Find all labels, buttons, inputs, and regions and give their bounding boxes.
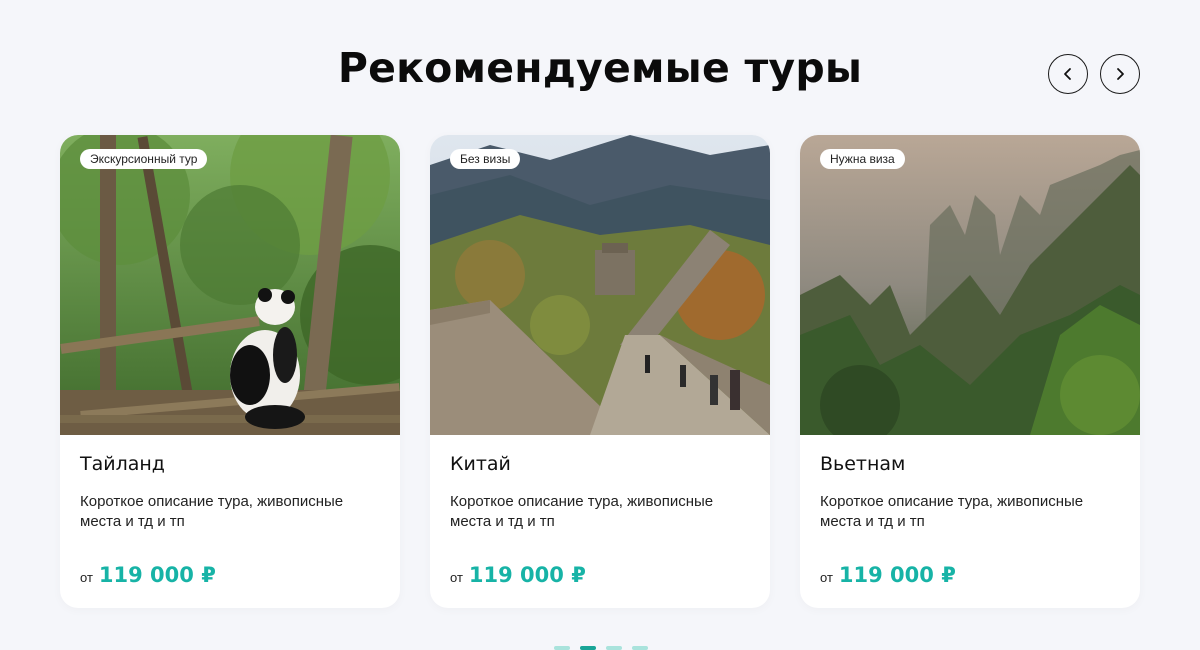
pagination-dot[interactable]	[554, 646, 570, 650]
tour-badge: Нужна виза	[820, 149, 905, 169]
price-value: 119 000 ₽	[838, 563, 956, 587]
price-value: 119 000 ₽	[98, 563, 216, 587]
tour-badge: Без визы	[450, 149, 521, 169]
tour-card-thailand[interactable]: Экскурсионный тур Тайланд Короткое описа…	[60, 135, 400, 608]
tour-card-vietnam[interactable]: Нужна виза Вьетнам Короткое описание тур…	[800, 135, 1140, 608]
price-value: 119 000 ₽	[468, 563, 586, 587]
chevron-right-icon	[1117, 68, 1124, 80]
carousel-prev-button[interactable]	[1048, 54, 1088, 94]
tour-image-great-wall	[430, 135, 770, 435]
tour-price: от 119 000 ₽	[80, 563, 216, 587]
tour-title[interactable]: Китай	[450, 453, 511, 475]
tour-price: от 119 000 ₽	[820, 563, 956, 587]
tour-description: Короткое описание тура, живописные места…	[450, 493, 714, 530]
tour-description: Короткое описание тура, живописные места…	[820, 493, 1084, 530]
carousel-next-button[interactable]	[1100, 54, 1140, 94]
tour-description: Короткое описание тура, живописные места…	[80, 493, 344, 530]
section-title: Рекомендуемые туры	[337, 44, 863, 92]
tour-image-panda	[60, 135, 400, 435]
tour-title[interactable]: Тайланд	[80, 453, 165, 475]
tour-badge: Экскурсионный тур	[80, 149, 208, 169]
pagination-dot[interactable]	[606, 646, 622, 650]
price-prefix: от	[820, 570, 833, 585]
carousel-pagination	[554, 646, 648, 650]
tour-title[interactable]: Вьетнам	[820, 453, 905, 475]
pagination-dot[interactable]	[632, 646, 648, 650]
tour-image-karst-mountains	[800, 135, 1140, 435]
pagination-dot-active[interactable]	[580, 646, 596, 650]
tour-card-china[interactable]: Без визы Китай Короткое описание тура, ж…	[430, 135, 770, 608]
price-prefix: от	[450, 570, 463, 585]
price-prefix: от	[80, 570, 93, 585]
tour-price: от 119 000 ₽	[450, 563, 586, 587]
chevron-left-icon	[1064, 68, 1071, 80]
